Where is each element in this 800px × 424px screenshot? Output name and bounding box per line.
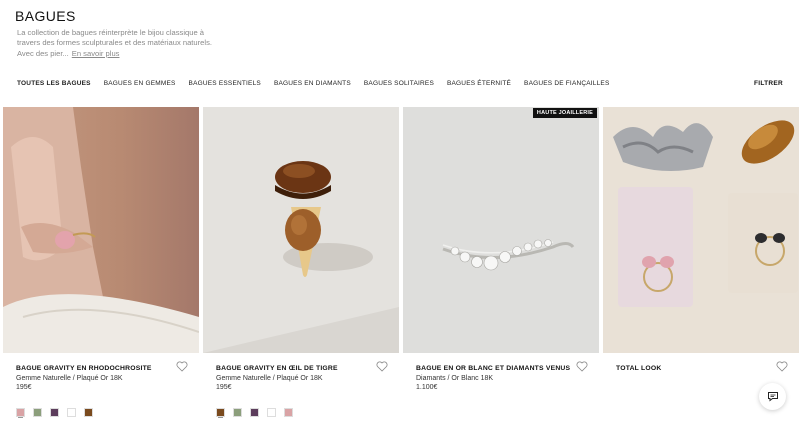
haute-joaillerie-badge: HAUTE JOAILLERIE: [532, 108, 597, 118]
swatch-purple[interactable]: [250, 408, 259, 417]
tab-solitaire-rings[interactable]: BAGUES SOLITAIRES: [364, 80, 434, 87]
swatch-brown[interactable]: [216, 408, 225, 417]
product-image[interactable]: [3, 107, 199, 353]
swatch-white[interactable]: [67, 408, 76, 417]
product-price: 1.100€: [416, 384, 438, 391]
filter-button[interactable]: FILTRER: [754, 80, 783, 87]
tab-essential-rings[interactable]: BAGUES ESSENTIELS: [189, 80, 261, 87]
product-name[interactable]: BAGUE GRAVITY EN RHODOCHROSITE: [16, 365, 199, 372]
heart-outline-icon[interactable]: [376, 361, 388, 372]
tab-engagement-rings[interactable]: BAGUES DE FIANÇAILLES: [524, 80, 609, 87]
swatch-green[interactable]: [33, 408, 42, 417]
chat-bubble-icon: [767, 392, 778, 402]
product-name[interactable]: BAGUE EN OR BLANC ET DIAMANTS VENUS: [416, 365, 599, 372]
product-image[interactable]: [603, 107, 799, 353]
read-more-link[interactable]: En savoir plus: [72, 49, 120, 58]
color-swatches: [16, 408, 93, 417]
color-swatches: [216, 408, 293, 417]
category-tabs: TOUTES LES BAGUES BAGUES EN GEMMES BAGUE…: [17, 80, 623, 87]
swatch-brown[interactable]: [84, 408, 93, 417]
tab-all-rings[interactable]: TOUTES LES BAGUES: [17, 80, 91, 87]
product-name[interactable]: TOTAL LOOK: [616, 365, 799, 372]
heart-outline-icon[interactable]: [776, 361, 788, 372]
product-image[interactable]: [203, 107, 399, 353]
tab-eternity-rings[interactable]: BAGUES ÉTERNITÉ: [447, 80, 511, 87]
product-card[interactable]: BAGUE GRAVITY EN RHODOCHROSITE Gemme Nat…: [3, 107, 199, 423]
tab-gem-rings[interactable]: BAGUES EN GEMMES: [104, 80, 176, 87]
product-name[interactable]: BAGUE GRAVITY EN ŒIL DE TIGRE: [216, 365, 399, 372]
product-card[interactable]: BAGUE GRAVITY EN ŒIL DE TIGRE Gemme Natu…: [203, 107, 399, 423]
product-material: Gemme Naturelle / Plaqué Or 18K: [16, 375, 123, 382]
swatch-rhodochrosite[interactable]: [284, 408, 293, 417]
swatch-white[interactable]: [267, 408, 276, 417]
collection-description: La collection de bagues réinterprète le …: [17, 28, 222, 59]
product-card[interactable]: TOTAL LOOK: [603, 107, 799, 423]
product-card[interactable]: HAUTE JOAILLERIE BAGUE EN OR BLANC ET DI…: [403, 107, 599, 423]
chat-button[interactable]: [759, 383, 786, 410]
product-image[interactable]: HAUTE JOAILLERIE: [403, 107, 599, 353]
tab-diamond-rings[interactable]: BAGUES EN DIAMANTS: [274, 80, 351, 87]
page-title: BAGUES: [15, 8, 76, 24]
product-info: BAGUE EN OR BLANC ET DIAMANTS VENUS Diam…: [403, 353, 599, 423]
product-grid: BAGUE GRAVITY EN RHODOCHROSITE Gemme Nat…: [3, 107, 799, 423]
product-material: Gemme Naturelle / Plaqué Or 18K: [216, 375, 323, 382]
heart-outline-icon[interactable]: [176, 361, 188, 372]
swatch-green[interactable]: [233, 408, 242, 417]
swatch-rhodochrosite[interactable]: [16, 408, 25, 417]
swatch-purple[interactable]: [50, 408, 59, 417]
product-material: Diamants / Or Blanc 18K: [416, 375, 494, 382]
product-price: 195€: [16, 384, 32, 391]
product-price: 195€: [216, 384, 232, 391]
heart-outline-icon[interactable]: [576, 361, 588, 372]
